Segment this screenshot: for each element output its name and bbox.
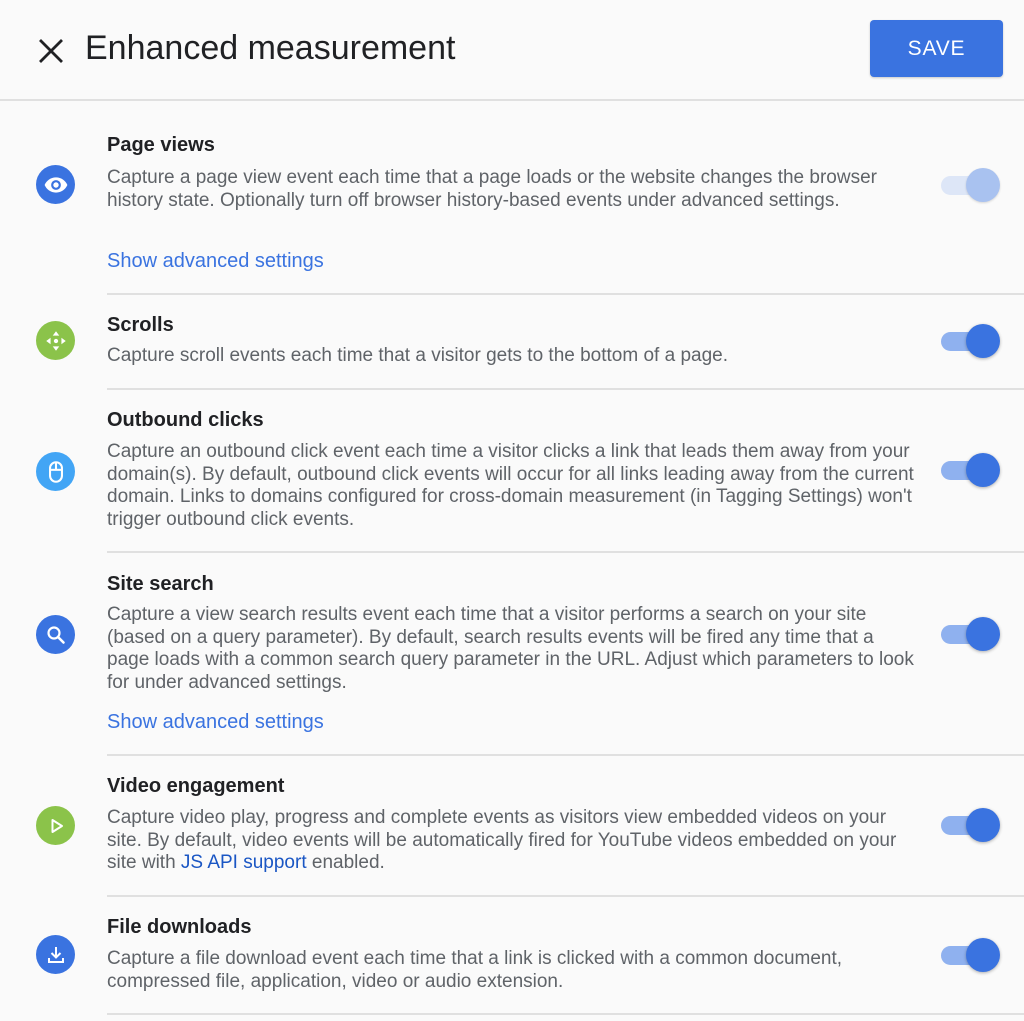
site-search-icon-badge bbox=[36, 615, 75, 654]
section-site-search: Site search Capture a view search result… bbox=[0, 553, 1024, 756]
file-downloads-icon-badge bbox=[36, 935, 75, 974]
section-description: Capture a file download event each time … bbox=[107, 948, 843, 992]
outbound-clicks-toggle[interactable] bbox=[941, 452, 1001, 488]
section-description: Capture a page view event each time that… bbox=[107, 167, 877, 211]
close-button[interactable] bbox=[30, 30, 72, 72]
section-title: Scrolls bbox=[107, 314, 174, 336]
video-engagement-icon-badge bbox=[36, 806, 75, 845]
page-title: Enhanced measurement bbox=[85, 29, 456, 67]
play-icon bbox=[51, 818, 63, 833]
section-title: File downloads bbox=[107, 916, 252, 938]
outbound-clicks-icon-badge bbox=[36, 452, 75, 491]
section-title: Video engagement bbox=[107, 775, 285, 797]
section-title: Site search bbox=[107, 573, 214, 595]
section-page-views: Page views Capture a page view event eac… bbox=[0, 101, 1024, 295]
description-text: enabled. bbox=[306, 852, 385, 873]
page-views-toggle[interactable] bbox=[941, 167, 1001, 203]
divider bbox=[107, 1013, 1024, 1015]
toggle-knob bbox=[966, 938, 1000, 972]
scroll-arrows-icon bbox=[45, 330, 66, 351]
eye-icon bbox=[44, 176, 67, 193]
section-description: Capture a view search results event each… bbox=[107, 604, 914, 693]
dialog-header: Enhanced measurement SAVE bbox=[0, 0, 1024, 101]
search-icon bbox=[46, 625, 65, 644]
section-scrolls: Scrolls Capture scroll events each time … bbox=[0, 295, 1024, 390]
js-api-support-link[interactable]: JS API support bbox=[181, 852, 307, 873]
section-outbound-clicks: Outbound clicks Capture an outbound clic… bbox=[0, 390, 1024, 553]
close-icon bbox=[39, 39, 63, 63]
toggle-knob bbox=[966, 453, 1000, 487]
section-title: Outbound clicks bbox=[107, 409, 264, 431]
scrolls-icon-badge bbox=[36, 321, 75, 360]
toggle-knob bbox=[966, 168, 1000, 202]
section-description: Capture an outbound click event each tim… bbox=[107, 441, 914, 530]
section-video-engagement: Video engagement Capture video play, pro… bbox=[0, 756, 1024, 897]
save-button[interactable]: SAVE bbox=[870, 20, 1003, 77]
download-icon bbox=[47, 946, 64, 963]
section-description: Capture video play, progress and complet… bbox=[107, 807, 917, 875]
toggle-knob bbox=[966, 324, 1000, 358]
show-advanced-settings-link[interactable]: Show advanced settings bbox=[107, 710, 324, 734]
site-search-toggle[interactable] bbox=[941, 616, 1001, 652]
section-title: Page views bbox=[107, 134, 215, 156]
mouse-icon bbox=[48, 460, 63, 483]
section-description: Capture scroll events each time that a v… bbox=[107, 345, 728, 366]
show-advanced-settings-link[interactable]: Show advanced settings bbox=[107, 249, 324, 273]
file-downloads-toggle[interactable] bbox=[941, 937, 1001, 973]
scrolls-toggle[interactable] bbox=[941, 323, 1001, 359]
page-views-icon-badge bbox=[36, 165, 75, 204]
toggle-knob bbox=[966, 617, 1000, 651]
toggle-knob bbox=[966, 808, 1000, 842]
video-engagement-toggle[interactable] bbox=[941, 807, 1001, 843]
section-file-downloads: File downloads Capture a file download e… bbox=[0, 897, 1024, 1015]
